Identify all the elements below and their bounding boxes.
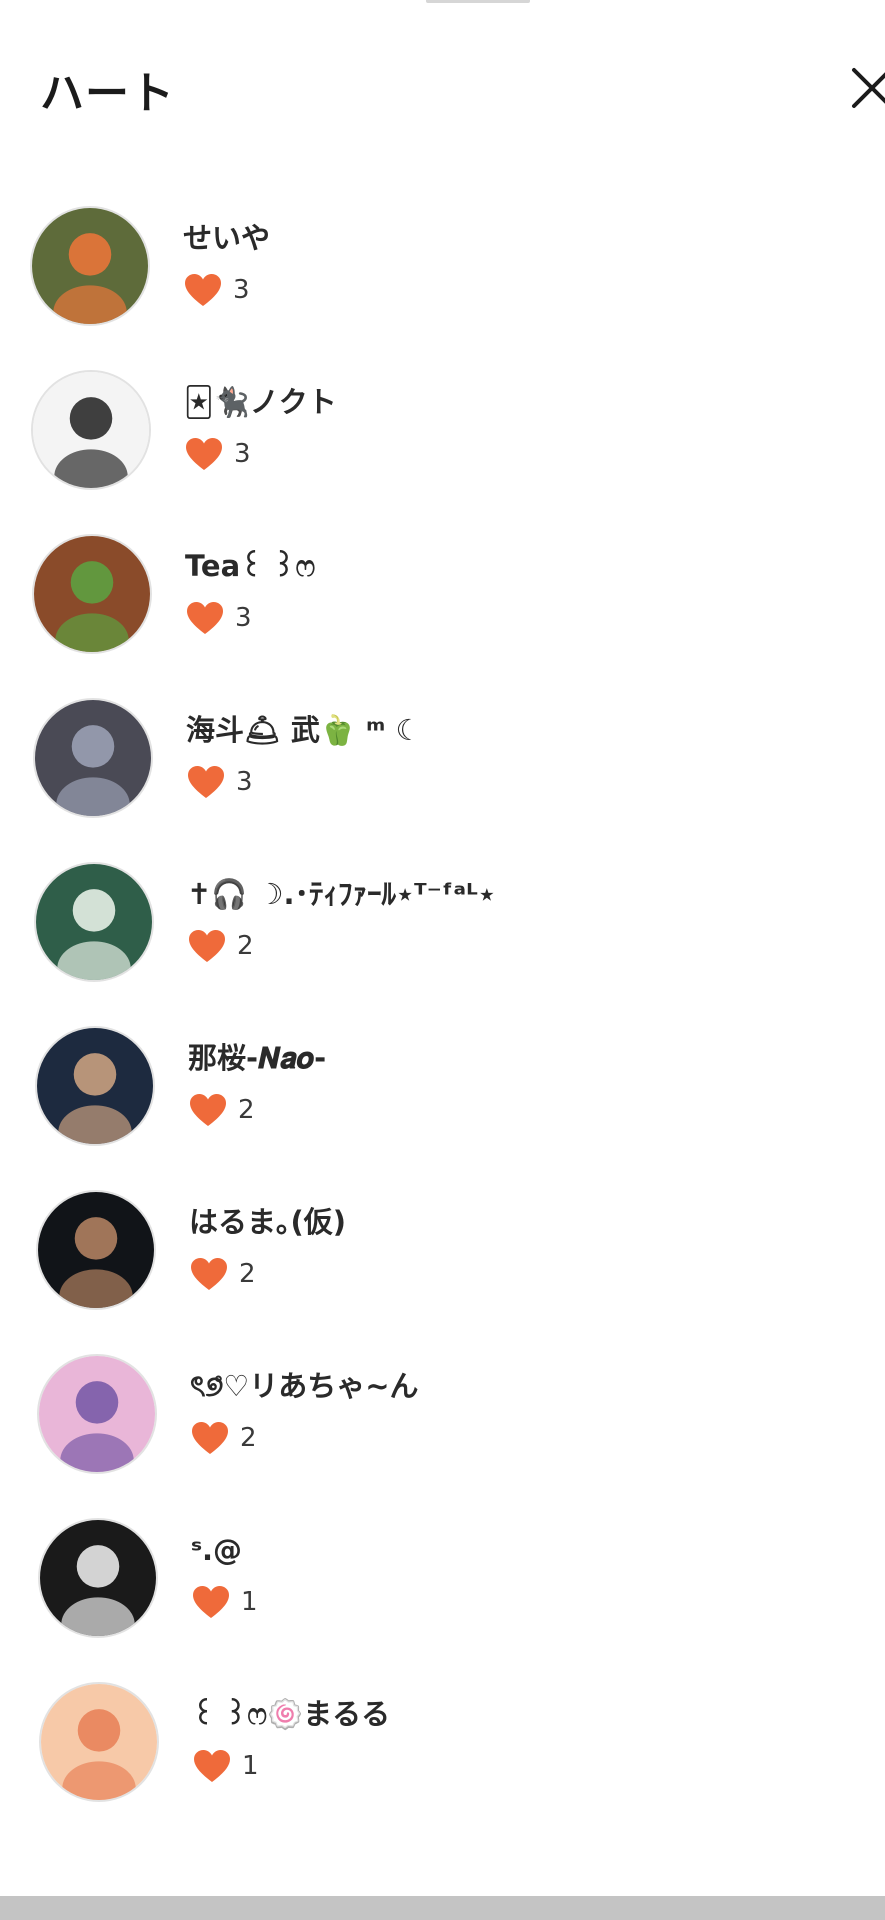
couple-photo-image bbox=[38, 1192, 154, 1308]
close-icon bbox=[852, 68, 885, 108]
heart-icon bbox=[188, 766, 224, 798]
like-count: 2 bbox=[239, 1259, 256, 1289]
like-line: 2 bbox=[190, 1418, 257, 1458]
heart-icon bbox=[187, 602, 223, 634]
like-count: 1 bbox=[242, 1751, 259, 1781]
like-count: 3 bbox=[233, 275, 250, 305]
user-row[interactable]: ৎ୭̊♡リあちゃ~ん 2 bbox=[0, 1348, 885, 1512]
sheet-header: ハート bbox=[0, 0, 885, 170]
user-row[interactable]: 海斗🛎 武🫑 ᵐ ☾ 3 bbox=[0, 692, 885, 856]
like-line: 1 bbox=[191, 1582, 258, 1622]
avatar bbox=[31, 370, 151, 490]
user-name: 🃏🐈‍⬛ノクト bbox=[184, 385, 337, 419]
user-name: ˢ.@ bbox=[191, 1533, 243, 1567]
user-row[interactable]: ✝︎🎧 ☽.･ﾃｨﾌｧｰﾙ⋆ᵀ⁻ᶠᵃᴸ⋆ 2 bbox=[0, 856, 885, 1020]
heart-icon bbox=[194, 1750, 230, 1782]
like-line: 1 bbox=[192, 1746, 259, 1786]
user-row[interactable]: ꒰ ꒱ෆ🍥まるる 1 bbox=[0, 1676, 885, 1840]
avatar bbox=[32, 534, 152, 654]
user-row[interactable]: せいや 3 bbox=[0, 200, 885, 364]
like-count: 3 bbox=[234, 439, 251, 469]
user-name: ꒰ ꒱ෆ🍥まるる bbox=[192, 1697, 391, 1731]
like-line: 2 bbox=[189, 1254, 256, 1294]
avatar bbox=[38, 1518, 158, 1638]
hooded-character-image bbox=[41, 1684, 157, 1800]
close-button[interactable] bbox=[846, 62, 885, 114]
food-plate-photo-image bbox=[34, 536, 150, 652]
anime-man-night-image bbox=[37, 1028, 153, 1144]
user-row[interactable]: ˢ.@ 1 bbox=[0, 1512, 885, 1676]
bottom-bar bbox=[0, 1896, 885, 1920]
avatar bbox=[30, 206, 150, 326]
heart-icon bbox=[185, 274, 221, 306]
user-name: Tea꒰ ꒱ෆ bbox=[185, 549, 316, 583]
user-name: はるま｡(仮) bbox=[189, 1205, 347, 1239]
heart-icon bbox=[189, 930, 225, 962]
user-row[interactable]: 那桜-𝑵𝒂𝒐- 2 bbox=[0, 1020, 885, 1184]
sheet-title: ハート bbox=[40, 68, 175, 119]
illustrated-boy-on-bicycle-image bbox=[32, 208, 148, 324]
avatar bbox=[35, 1026, 155, 1146]
like-line: 3 bbox=[183, 270, 250, 310]
like-count: 2 bbox=[240, 1423, 257, 1453]
avatar bbox=[36, 1190, 156, 1310]
heart-icon bbox=[193, 1586, 229, 1618]
avatar bbox=[39, 1682, 159, 1802]
like-line: 3 bbox=[186, 762, 253, 802]
avatar bbox=[34, 862, 154, 982]
anime-boy-with-glasses-image bbox=[33, 372, 149, 488]
like-line: 2 bbox=[188, 1090, 255, 1130]
user-name: せいや bbox=[183, 221, 271, 255]
heart-icon bbox=[186, 438, 222, 470]
user-name: 那桜-𝑵𝒂𝒐- bbox=[188, 1041, 327, 1075]
avatar bbox=[37, 1354, 157, 1474]
room-photo-image bbox=[35, 700, 151, 816]
user-row[interactable]: Tea꒰ ꒱ෆ 3 bbox=[0, 528, 885, 692]
avatar bbox=[33, 698, 153, 818]
user-name: ৎ୭̊♡リあちゃ~ん bbox=[190, 1369, 419, 1403]
heart-icon bbox=[192, 1422, 228, 1454]
heart-icon bbox=[191, 1258, 227, 1290]
heart-icon bbox=[190, 1094, 226, 1126]
heart-user-list: せいや 3 🃏🐈‍⬛ノクト 3 Tea꒰ ꒱ෆ 3 海斗🛎 武🫑 ᵐ ☾ 3 ✝… bbox=[0, 200, 885, 1840]
user-row[interactable]: 🃏🐈‍⬛ノクト 3 bbox=[0, 364, 885, 528]
anime-girl-purple-image bbox=[39, 1356, 155, 1472]
like-count: 1 bbox=[241, 1587, 258, 1617]
like-line: 3 bbox=[185, 598, 252, 638]
like-count: 2 bbox=[238, 1095, 255, 1125]
like-count: 3 bbox=[235, 603, 252, 633]
tefal-chalkboard-image bbox=[36, 864, 152, 980]
user-row[interactable]: はるま｡(仮) 2 bbox=[0, 1184, 885, 1348]
like-line: 2 bbox=[187, 926, 254, 966]
like-line: 3 bbox=[184, 434, 251, 474]
like-count: 3 bbox=[236, 767, 253, 797]
monochrome-photo-image bbox=[40, 1520, 156, 1636]
user-name: ✝︎🎧 ☽.･ﾃｨﾌｧｰﾙ⋆ᵀ⁻ᶠᵃᴸ⋆ bbox=[187, 877, 496, 911]
like-count: 2 bbox=[237, 931, 254, 961]
user-name: 海斗🛎 武🫑 ᵐ ☾ bbox=[186, 713, 422, 747]
